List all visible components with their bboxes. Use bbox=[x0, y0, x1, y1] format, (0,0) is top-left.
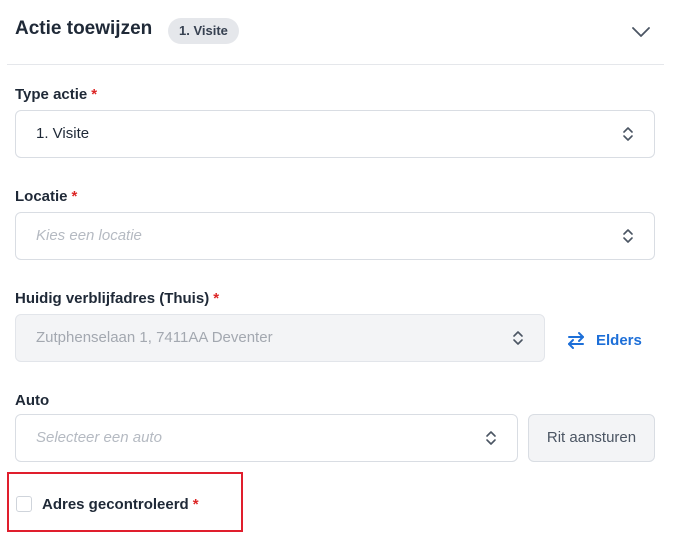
verblijfadres-label: Huidig verblijfadres (Thuis) * bbox=[15, 290, 220, 307]
required-marker: * bbox=[91, 86, 98, 103]
verblijfadres-select[interactable]: Zutphenselaan 1, 7411AA Deventer bbox=[15, 314, 545, 362]
required-marker: * bbox=[192, 496, 199, 513]
elders-button[interactable]: Elders bbox=[566, 328, 642, 352]
auto-label: Auto bbox=[15, 392, 50, 409]
type-actie-value: 1. Visite bbox=[36, 125, 90, 142]
swap-arrows-icon bbox=[568, 332, 584, 349]
required-marker: * bbox=[71, 188, 78, 205]
type-actie-label: Type actie * bbox=[15, 86, 98, 103]
elders-label: Elders bbox=[596, 331, 642, 349]
locatie-label: Locatie * bbox=[15, 188, 78, 205]
locatie-select[interactable]: Kies een locatie bbox=[15, 212, 655, 260]
sort-arrows-icon bbox=[623, 127, 633, 141]
adres-gecontroleerd-label[interactable]: Adres gecontroleerd * bbox=[42, 496, 199, 513]
adres-gecontroleerd-checkbox[interactable] bbox=[16, 496, 32, 512]
header-divider bbox=[7, 64, 664, 65]
page-title: Actie toewijzen bbox=[15, 18, 153, 39]
sort-arrows-icon bbox=[513, 331, 523, 345]
required-marker: * bbox=[213, 290, 220, 307]
auto-placeholder: Selecteer een auto bbox=[36, 429, 162, 446]
collapse-button[interactable] bbox=[627, 22, 655, 42]
action-badge: 1. Visite bbox=[168, 18, 239, 44]
rit-aansturen-button[interactable]: Rit aansturen bbox=[528, 414, 655, 462]
chevron-down-icon bbox=[632, 27, 650, 37]
sort-arrows-icon bbox=[486, 431, 496, 445]
sort-arrows-icon bbox=[623, 229, 633, 243]
type-actie-select[interactable]: 1. Visite bbox=[15, 110, 655, 158]
locatie-placeholder: Kies een locatie bbox=[36, 227, 142, 244]
auto-select[interactable]: Selecteer een auto bbox=[15, 414, 518, 462]
verblijfadres-value: Zutphenselaan 1, 7411AA Deventer bbox=[36, 329, 273, 346]
